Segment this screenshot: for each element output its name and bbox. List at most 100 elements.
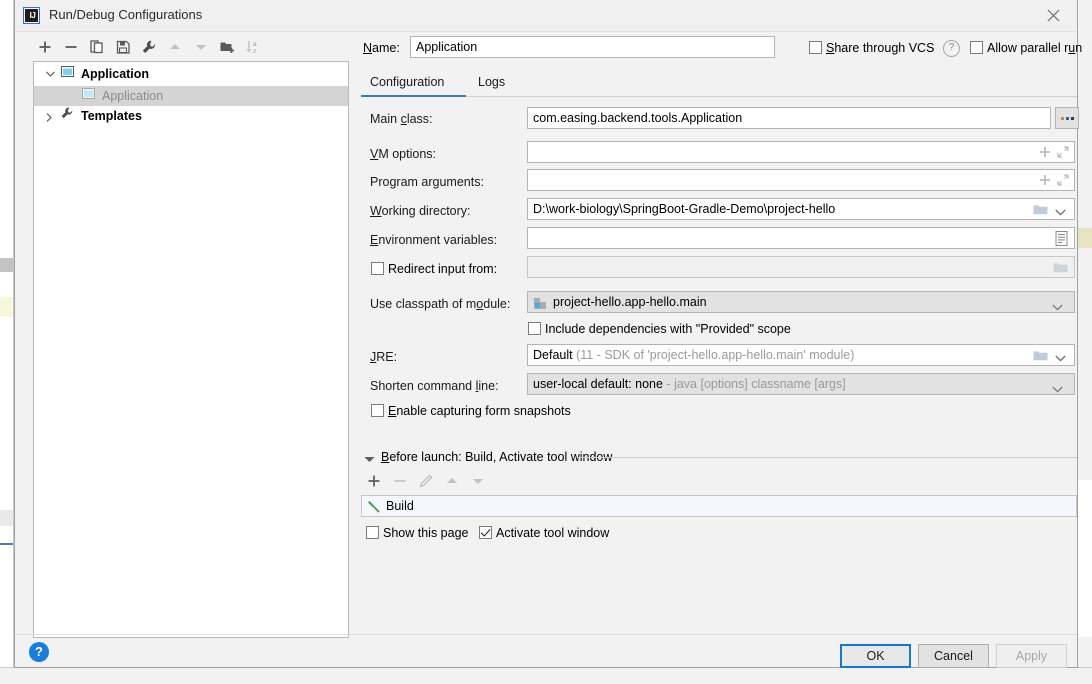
sort-az-icon[interactable]: a z bbox=[241, 35, 265, 59]
ide-left-fragment-accent bbox=[0, 543, 13, 545]
add-configuration-button[interactable] bbox=[33, 35, 57, 59]
redirect-input-label: Redirect input from: bbox=[388, 262, 498, 276]
capture-snapshots-checkbox[interactable]: Enable capturing form snapshots bbox=[371, 404, 571, 418]
checkbox-box bbox=[366, 526, 379, 539]
chevron-down-icon[interactable] bbox=[1055, 351, 1066, 365]
configurations-tree[interactable]: Application Application Templates bbox=[33, 61, 349, 638]
plus-icon[interactable] bbox=[1039, 146, 1051, 161]
capture-snapshots-label: Enable capturing form snapshots bbox=[388, 404, 571, 418]
jre-value: Default (11 - SDK of 'project-hello.app-… bbox=[533, 348, 854, 362]
copy-configuration-button[interactable] bbox=[85, 35, 109, 59]
include-provided-label: Include dependencies with "Provided" sco… bbox=[545, 322, 791, 336]
move-up-button[interactable] bbox=[163, 35, 187, 59]
chevron-down-icon[interactable] bbox=[364, 452, 375, 466]
share-vcs-label: Share through VCS bbox=[826, 41, 935, 55]
include-provided-checkbox[interactable]: Include dependencies with "Provided" sco… bbox=[528, 322, 791, 336]
shorten-value-detail: - java [options] classname [args] bbox=[666, 377, 846, 391]
folder-icon[interactable] bbox=[1033, 349, 1048, 365]
program-arguments-field[interactable] bbox=[527, 169, 1075, 191]
checkbox-box bbox=[970, 41, 983, 54]
svg-text:z: z bbox=[253, 48, 256, 55]
edit-templates-button[interactable] bbox=[137, 35, 161, 59]
vm-options-label: VM options: bbox=[370, 147, 437, 161]
classpath-module-dropdown[interactable]: project-hello.app-hello.main bbox=[527, 291, 1075, 313]
pencil-icon[interactable] bbox=[415, 470, 441, 492]
folder-add-icon[interactable] bbox=[215, 35, 239, 59]
expand-icon[interactable] bbox=[1057, 146, 1069, 161]
shorten-value-main: user-local default: none bbox=[533, 377, 663, 391]
tree-item-label: Templates bbox=[81, 109, 142, 123]
add-task-button[interactable] bbox=[363, 470, 389, 492]
help-circle-icon[interactable]: ? bbox=[29, 642, 49, 662]
redirect-input-checkbox[interactable]: Redirect input from: bbox=[371, 262, 497, 276]
allow-parallel-label: Allow parallel run bbox=[987, 41, 1083, 55]
vm-options-field[interactable] bbox=[527, 141, 1075, 163]
tree-item-application-group[interactable]: Application bbox=[34, 62, 348, 84]
checkbox-box bbox=[528, 322, 541, 335]
environment-variables-field[interactable] bbox=[527, 227, 1075, 249]
main-class-value: com.easing.backend.tools.Application bbox=[533, 111, 743, 125]
main-class-label: Main class: bbox=[370, 112, 433, 126]
redirect-input-field bbox=[527, 256, 1075, 278]
task-move-up-button[interactable] bbox=[441, 470, 467, 492]
apply-button[interactable]: Apply bbox=[996, 644, 1067, 668]
hammer-icon bbox=[367, 499, 381, 516]
tab-active-indicator bbox=[361, 95, 466, 97]
application-run-icon bbox=[82, 86, 98, 106]
environment-variables-label: Environment variables: bbox=[370, 233, 498, 247]
working-directory-field[interactable]: D:\work-biology\SpringBoot-Gradle-Demo\p… bbox=[527, 198, 1075, 220]
tab-logs[interactable]: Logs bbox=[478, 70, 505, 96]
activate-tool-window-label: Activate tool window bbox=[496, 526, 610, 540]
cancel-button[interactable]: Cancel bbox=[918, 644, 989, 668]
ellipsis-icon[interactable] bbox=[1055, 107, 1079, 129]
share-through-vcs-checkbox[interactable]: Share through VCS bbox=[809, 41, 934, 55]
jre-field[interactable]: Default (11 - SDK of 'project-hello.app-… bbox=[527, 344, 1075, 366]
shorten-command-line-label: Shorten command line: bbox=[370, 379, 499, 393]
shorten-command-line-dropdown[interactable]: user-local default: none - java [options… bbox=[527, 373, 1075, 395]
tree-item-application-config[interactable]: Application bbox=[34, 86, 348, 106]
name-input[interactable] bbox=[410, 36, 775, 58]
ide-left-fragment-panel bbox=[0, 510, 13, 526]
dialog-titlebar: IJ Run/Debug Configurations bbox=[15, 0, 1077, 32]
list-icon[interactable] bbox=[1055, 231, 1068, 249]
chevron-down-icon[interactable] bbox=[42, 64, 58, 84]
plus-icon[interactable] bbox=[1039, 174, 1051, 189]
before-launch-task-list[interactable]: Build bbox=[361, 495, 1077, 517]
task-move-down-button[interactable] bbox=[467, 470, 493, 492]
chevron-right-icon[interactable] bbox=[42, 106, 58, 126]
svg-text:a: a bbox=[253, 41, 257, 48]
tab-baseline bbox=[361, 96, 1077, 97]
tree-item-templates[interactable]: Templates bbox=[34, 106, 348, 126]
chevron-down-icon[interactable] bbox=[1052, 382, 1063, 396]
program-arguments-label: Program arguments: bbox=[370, 175, 484, 189]
chevron-down-icon[interactable] bbox=[1055, 205, 1066, 219]
intellij-idea-icon: IJ bbox=[23, 7, 40, 24]
tree-item-label: Application bbox=[102, 89, 164, 103]
folder-icon[interactable] bbox=[1033, 203, 1048, 219]
main-class-field[interactable]: com.easing.backend.tools.Application bbox=[527, 107, 1051, 129]
show-this-page-checkbox[interactable]: Show this page bbox=[366, 526, 468, 540]
allow-parallel-run-checkbox[interactable]: Allow parallel run bbox=[970, 41, 1082, 55]
close-icon[interactable] bbox=[1031, 0, 1077, 30]
move-down-button[interactable] bbox=[189, 35, 213, 59]
footer-separator bbox=[15, 634, 1077, 635]
ide-left-gutter bbox=[0, 0, 14, 684]
remove-task-button[interactable] bbox=[389, 470, 415, 492]
chevron-down-icon[interactable] bbox=[1052, 300, 1063, 314]
working-directory-label: Working directory: bbox=[370, 204, 471, 218]
question-mark-icon[interactable]: ? bbox=[943, 40, 960, 57]
show-this-page-label: Show this page bbox=[383, 526, 469, 540]
save-configuration-button[interactable] bbox=[111, 35, 135, 59]
configurations-toolbar: a z bbox=[33, 35, 348, 61]
checkbox-box bbox=[371, 404, 384, 417]
tab-configuration[interactable]: Configuration bbox=[370, 70, 444, 96]
classpath-module-label: Use classpath of module: bbox=[370, 297, 511, 311]
activate-tool-window-checkbox[interactable]: Activate tool window bbox=[479, 526, 609, 540]
folder-icon bbox=[1053, 261, 1068, 277]
ok-button[interactable]: OK bbox=[840, 644, 911, 668]
expand-icon[interactable] bbox=[1057, 174, 1069, 189]
application-run-icon bbox=[61, 64, 77, 84]
window-title: Run/Debug Configurations bbox=[49, 7, 203, 22]
ide-left-fragment-highlight bbox=[0, 297, 13, 317]
remove-configuration-button[interactable] bbox=[59, 35, 83, 59]
